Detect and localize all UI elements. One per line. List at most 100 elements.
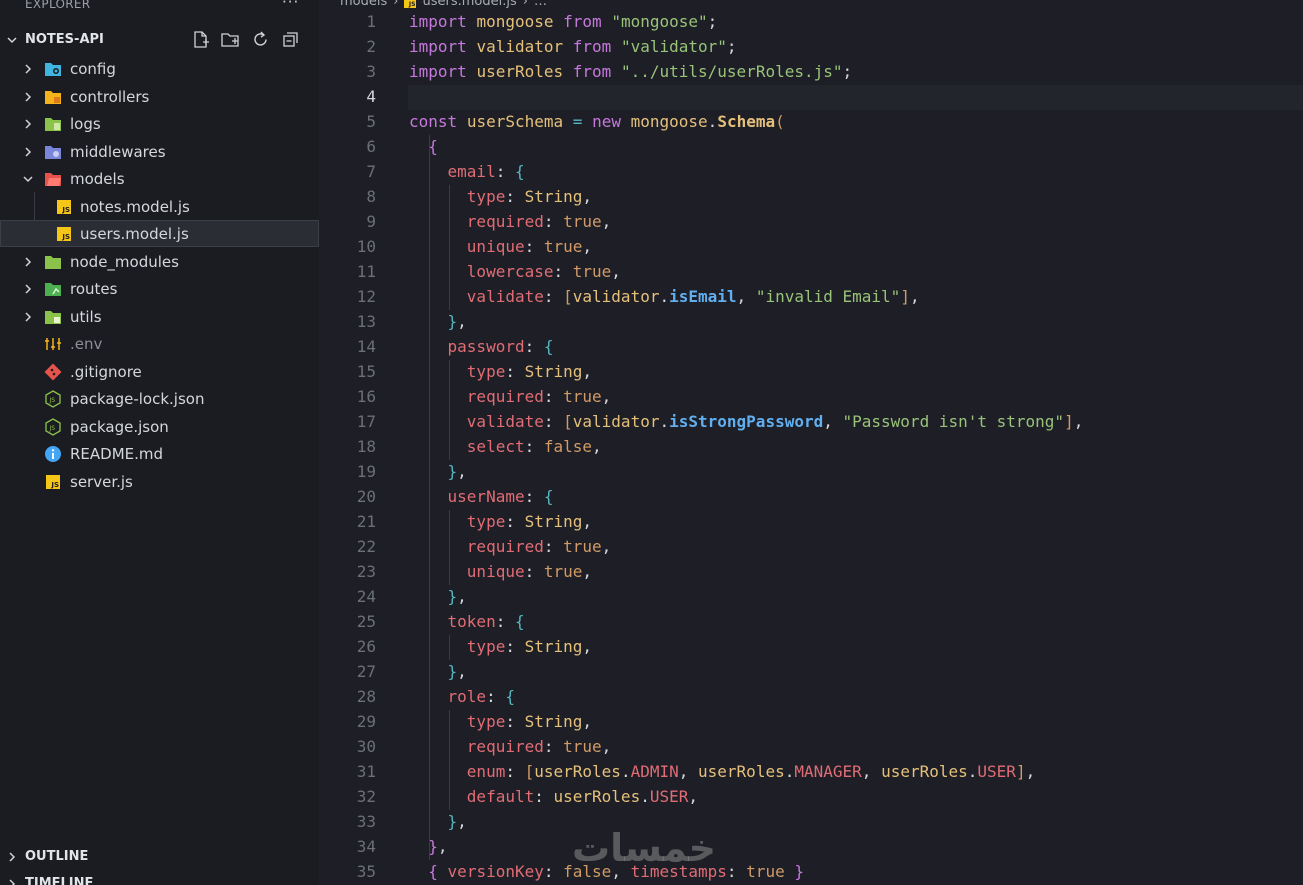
code-line[interactable]: required: true, xyxy=(409,734,1083,759)
chevron-right-icon xyxy=(22,311,34,323)
tree-item-package-lock[interactable]: JS package-lock.json xyxy=(0,385,319,412)
code-token: , xyxy=(592,437,602,456)
code-line[interactable]: }, xyxy=(409,834,1083,859)
tree-item-controllers[interactable]: controllers xyxy=(0,83,319,110)
code-line[interactable]: type: String, xyxy=(409,634,1083,659)
chevron-right-icon xyxy=(22,91,34,103)
code-editor[interactable]: 1 2 3 4 5 6 7 8 9 10 11 12 13 14 15 16 17 18 19 20 21 22 23 24 2… xyxy=(319,0,1303,885)
timeline-section-header[interactable]: TIMELINE xyxy=(0,870,319,885)
breadcrumb-more[interactable]: … xyxy=(534,0,547,9)
code-line[interactable]: import validator from "validator"; xyxy=(409,34,1083,59)
tree-item-config[interactable]: config xyxy=(0,55,319,82)
code-line[interactable]: type: String, xyxy=(409,359,1083,384)
code-line[interactable]: email: { xyxy=(409,159,1083,184)
tree-item-node-modules[interactable]: node_modules xyxy=(0,248,319,275)
code-line[interactable]: type: String, xyxy=(409,184,1083,209)
code-token: String xyxy=(524,712,583,731)
code-line[interactable]: }, xyxy=(409,459,1083,484)
code-token: } xyxy=(428,837,438,856)
code-token: required xyxy=(466,537,544,556)
code-line[interactable]: token: { xyxy=(409,609,1083,634)
chevron-right-icon xyxy=(22,146,34,158)
code-line[interactable]: const userSchema = new mongoose.Schema( xyxy=(409,109,1083,134)
code-line[interactable]: }, xyxy=(409,809,1083,834)
tree-item-utils[interactable]: utils xyxy=(0,303,319,330)
code-token: { xyxy=(514,162,525,181)
tree-item-routes[interactable]: routes xyxy=(0,275,319,302)
more-actions-button[interactable]: ··· xyxy=(282,0,299,11)
code-token: , xyxy=(601,212,612,231)
code-token: ; xyxy=(707,12,718,31)
code-token: , xyxy=(1025,762,1036,781)
code-token: ADMIN xyxy=(630,762,679,781)
code-line[interactable]: unique: true, xyxy=(409,234,1083,259)
code-content[interactable]: import mongoose from "mongoose"; import v… xyxy=(409,9,1083,884)
tree-item-notes-model[interactable]: JS notes.model.js xyxy=(0,193,319,220)
code-token: new xyxy=(592,112,621,131)
code-line[interactable]: required: true, xyxy=(409,209,1083,234)
code-line[interactable]: }, xyxy=(409,309,1083,334)
code-token: . xyxy=(659,287,670,306)
code-line[interactable]: userName: { xyxy=(409,484,1083,509)
code-line[interactable]: import userRoles from "../utils/userRole… xyxy=(409,59,1083,84)
outline-section-header[interactable]: OUTLINE xyxy=(0,843,319,870)
new-folder-icon[interactable] xyxy=(221,30,240,49)
code-line[interactable]: enum: [userRoles.ADMIN, userRoles.MANAGE… xyxy=(409,759,1083,784)
code-line[interactable]: default: userRoles.USER, xyxy=(409,784,1083,809)
code-line[interactable]: { versionKey: false, timestamps: true } xyxy=(409,859,1083,884)
tree-item-middlewares[interactable]: middlewares xyxy=(0,138,319,165)
code-line[interactable]: validate: [validator.isEmail, "invalid E… xyxy=(409,284,1083,309)
code-line[interactable]: lowercase: true, xyxy=(409,259,1083,284)
line-number: 15 xyxy=(356,362,376,381)
tree-item-gitignore[interactable]: .gitignore xyxy=(0,358,319,385)
code-line[interactable]: validate: [validator.isStrongPassword, "… xyxy=(409,409,1084,434)
tree-item-server[interactable]: JS server.js xyxy=(0,468,319,495)
tree-item-models[interactable]: models xyxy=(0,165,319,192)
tree-item-label: server.js xyxy=(70,472,133,491)
code-line[interactable]: password: { xyxy=(409,334,1083,359)
code-line[interactable]: type: String, xyxy=(409,509,1083,534)
refresh-icon[interactable] xyxy=(251,30,270,49)
code-token: : xyxy=(543,212,564,231)
new-file-icon[interactable] xyxy=(191,30,210,49)
tree-item-logs[interactable]: logs xyxy=(0,110,319,137)
code-line[interactable]: }, xyxy=(409,584,1083,609)
tree-item-label: node_modules xyxy=(70,252,179,271)
tree-item-readme[interactable]: README.md xyxy=(0,440,319,467)
code-token: : xyxy=(726,862,747,881)
code-token: String xyxy=(524,362,583,381)
code-line[interactable]: type: String, xyxy=(409,709,1083,734)
code-token: . xyxy=(620,762,631,781)
code-line[interactable]: import mongoose from "mongoose"; xyxy=(409,9,1083,34)
code-line[interactable]: { xyxy=(409,134,1083,159)
code-line[interactable]: unique: true, xyxy=(409,559,1083,584)
code-line[interactable]: select: false, xyxy=(409,434,1083,459)
code-token: from xyxy=(572,62,612,81)
code-line[interactable]: }, xyxy=(409,659,1083,684)
code-token: validator xyxy=(476,37,564,56)
line-number: 26 xyxy=(356,637,376,656)
breadcrumb-folder[interactable]: models xyxy=(340,0,387,9)
collapse-all-icon[interactable] xyxy=(281,30,300,49)
tree-item-users-model[interactable]: JS users.model.js xyxy=(0,220,319,247)
breadcrumb-file[interactable]: users.model.js xyxy=(422,0,516,9)
tree-item-package-json[interactable]: JS package.json xyxy=(0,413,319,440)
code-token: token xyxy=(447,612,496,631)
code-line[interactable]: required: true, xyxy=(409,534,1083,559)
tree-item-env[interactable]: .env xyxy=(0,330,319,357)
code-line[interactable]: role: { xyxy=(409,684,1083,709)
chevron-right-icon xyxy=(6,851,18,863)
code-line[interactable]: required: true, xyxy=(409,384,1083,409)
code-token: mongoose xyxy=(630,112,708,131)
code-line[interactable] xyxy=(409,84,1083,109)
code-token: validate xyxy=(466,412,544,431)
